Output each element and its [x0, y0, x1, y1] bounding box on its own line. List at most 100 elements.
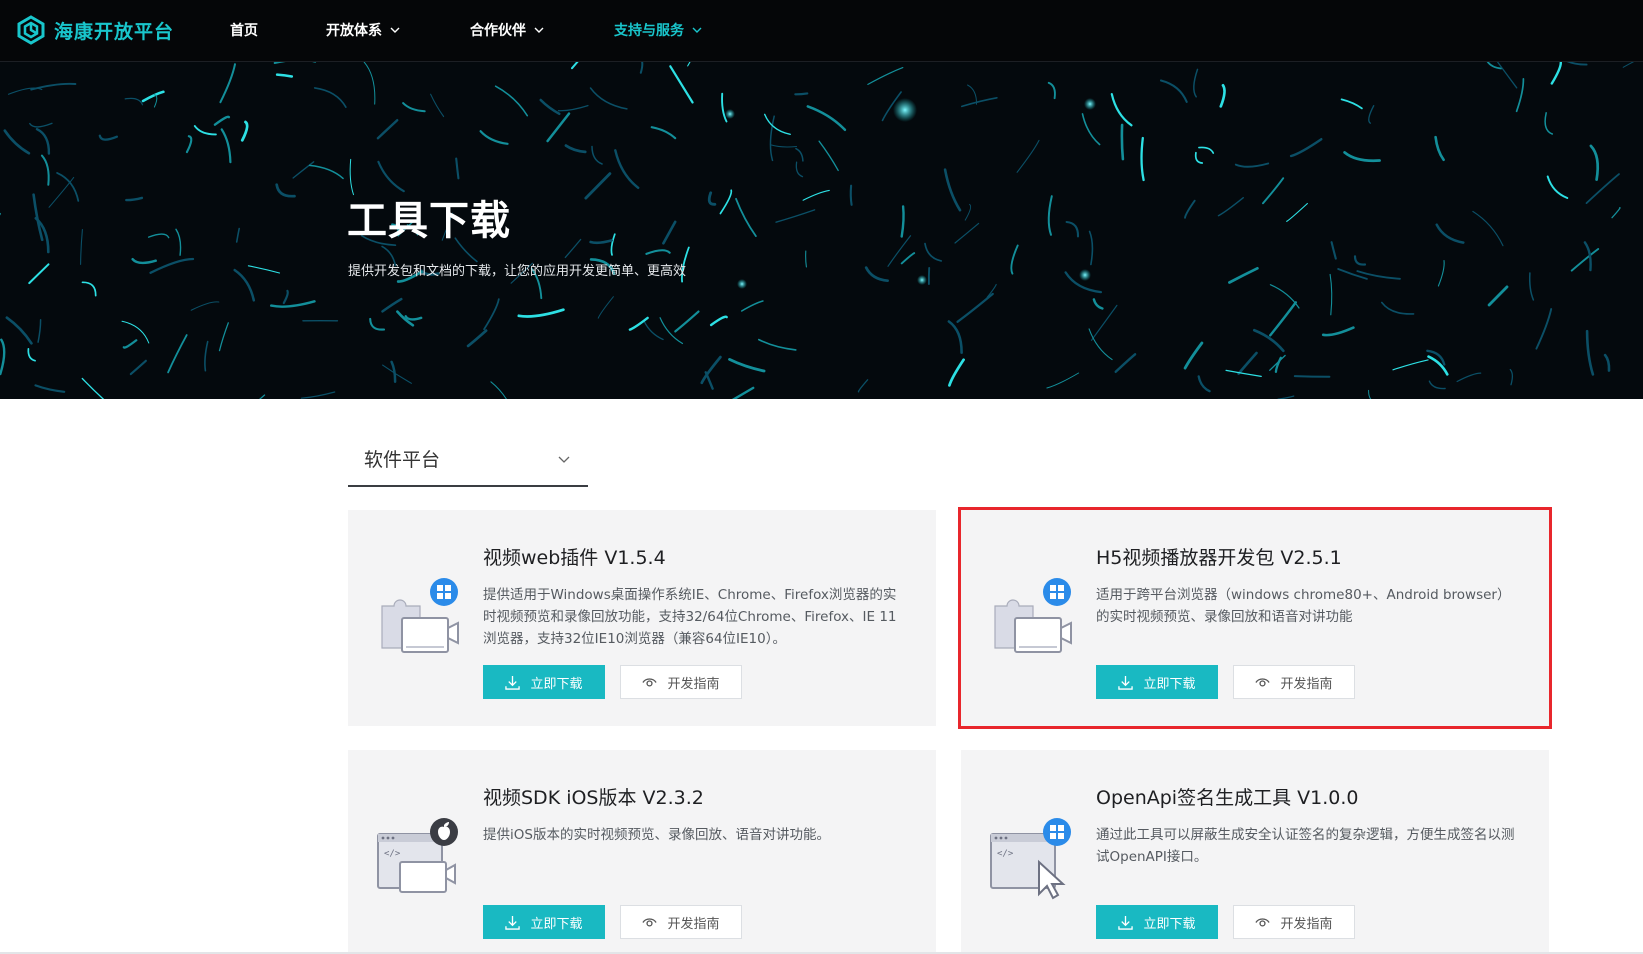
logo[interactable]: 海康开放平台 — [16, 14, 174, 46]
hero-pattern-stroke — [728, 358, 766, 373]
dev-guide-button[interactable]: 开发指南 — [620, 665, 742, 699]
dev-guide-button[interactable]: 开发指南 — [1233, 905, 1355, 939]
hero-pattern-stroke — [1515, 78, 1525, 113]
hero-pattern-stroke — [235, 227, 240, 243]
page-title: 工具下载 — [347, 198, 511, 244]
hero-banner: 工具下载 提供开发包和文档的下载，让您的应用开发更简单、更高效 — [0, 62, 1643, 399]
hero-pattern-stroke — [1194, 151, 1204, 164]
card-description: 提供适用于Windows桌面操作系统IE、Chrome、Firefox浏览器的实… — [483, 587, 897, 647]
hero-pattern-stroke — [5, 316, 33, 345]
hero-glow-dot — [725, 109, 735, 119]
hero-pattern-stroke — [1088, 328, 1113, 361]
nav-item-support[interactable]: 支持与服务 — [614, 20, 702, 40]
hero-pattern-stroke — [48, 176, 75, 208]
card-description: 通过此工具可以屏蔽生成安全认证签名的复杂逻辑，方便生成签名以测试OpenAPI接… — [1096, 827, 1515, 865]
hero-pattern-stroke — [1065, 220, 1080, 238]
hero-pattern-stroke — [1330, 241, 1337, 260]
hero-pattern-stroke — [1120, 123, 1125, 161]
hero-pattern-stroke — [273, 62, 317, 64]
download-button[interactable]: 立即下载 — [483, 665, 605, 699]
logo-icon — [17, 15, 45, 45]
hero-pattern-stroke — [1234, 162, 1270, 168]
hero-pattern-stroke — [204, 340, 209, 372]
hero-pattern-stroke — [1566, 62, 1588, 66]
download-button[interactable]: 立即下载 — [1096, 905, 1218, 939]
hero-pattern-stroke — [1088, 230, 1094, 266]
tool-card: 视频web插件 V1.5.4 提供适用于Windows桌面操作系统IE、Chro… — [348, 510, 936, 726]
nav-item-label: 首页 — [230, 23, 258, 39]
hero-pattern-stroke — [1585, 173, 1620, 204]
dev-guide-button[interactable]: 开发指南 — [1233, 665, 1355, 699]
hero-pattern-stroke — [377, 160, 405, 193]
download-button-label: 立即下载 — [1143, 676, 1196, 692]
dev-guide-button[interactable]: 开发指南 — [620, 905, 742, 939]
hero-pattern-stroke — [948, 358, 965, 387]
hero-pattern-stroke — [247, 265, 281, 274]
hero-pattern-stroke — [1456, 372, 1482, 383]
dev-guide-button-label: 开发指南 — [1280, 676, 1333, 692]
hero-pattern-stroke — [30, 82, 77, 91]
puzzle-windows-icon — [994, 578, 1072, 653]
hero-pattern-stroke — [81, 377, 105, 399]
hero-pattern-stroke — [1509, 368, 1514, 386]
hero-pattern-stroke — [1544, 112, 1554, 135]
hero-pattern-stroke — [483, 298, 500, 331]
hero-pattern-stroke — [764, 113, 791, 135]
download-icon — [505, 915, 521, 930]
hero-pattern-stroke — [35, 127, 51, 155]
hero-pattern-stroke — [674, 310, 700, 333]
hero-pattern-stroke — [1114, 353, 1137, 373]
nav-item-label: 开放体系 — [326, 23, 382, 39]
hero-pattern-stroke — [369, 317, 386, 331]
download-button[interactable]: 立即下载 — [483, 905, 605, 939]
platform-select-value: 软件平台 — [364, 448, 441, 471]
hero-pattern-stroke — [643, 320, 664, 341]
hero-pattern-stroke — [614, 149, 640, 189]
hero-pattern-stroke — [900, 252, 916, 265]
eye-icon — [1255, 677, 1271, 687]
hero-pattern-stroke — [1622, 62, 1635, 68]
hero-pattern-stroke — [1392, 359, 1429, 371]
hero-pattern-stroke — [34, 384, 66, 393]
hero-pattern-stroke — [494, 85, 529, 117]
eye-icon — [1255, 917, 1271, 927]
nav-item-partners[interactable]: 合作伙伴 — [470, 20, 544, 40]
hero-pattern-stroke — [1437, 260, 1445, 287]
hero-pattern-stroke — [363, 62, 376, 105]
hero-pattern-stroke — [669, 65, 694, 104]
download-button[interactable]: 立即下载 — [1096, 665, 1218, 699]
hero-pattern-stroke — [740, 300, 764, 312]
hero-pattern-stroke — [141, 90, 165, 103]
hero-pattern-stroke — [557, 104, 589, 112]
svg-text:</>: </> — [997, 849, 1014, 859]
nav-item-label: 合作伙伴 — [470, 23, 526, 39]
hero-pattern-stroke — [954, 222, 980, 244]
hero-pattern-stroke — [1228, 266, 1259, 284]
hero-pattern-stroke — [849, 184, 853, 206]
hero-pattern-stroke — [292, 161, 315, 179]
hero-pattern-stroke — [707, 191, 717, 206]
platform-select[interactable]: 软件平台 — [348, 431, 588, 487]
hero-pattern-stroke — [175, 228, 182, 256]
hero-pattern-stroke — [964, 203, 972, 221]
dev-guide-button-label: 开发指南 — [667, 916, 720, 932]
hero-pattern-stroke — [1277, 395, 1295, 399]
chevron-down-icon — [390, 27, 400, 33]
hero-pattern-stroke — [806, 105, 847, 132]
nav-item-home[interactable]: 首页 — [230, 20, 258, 40]
hero-pattern-stroke — [219, 63, 236, 104]
hero-glow-dot — [917, 275, 927, 285]
hero-pattern-stroke — [1289, 138, 1323, 158]
tool-card-highlighted: H5视频播放器开发包 V2.5.1 适用于跨平台浏览器（windows chro… — [958, 507, 1552, 729]
hero-pattern-stroke — [430, 93, 445, 118]
hero-pattern-stroke — [687, 62, 691, 67]
hero-pattern-stroke — [147, 233, 170, 239]
hero-pattern-stroke — [650, 126, 677, 140]
page-subtitle: 提供开发包和文档的下载，让您的应用开发更简单、更高效 — [348, 264, 687, 279]
nav-item-open-system[interactable]: 开放体系 — [326, 20, 400, 40]
hero-pattern-stroke — [1321, 326, 1355, 337]
hero-pattern-stroke — [758, 338, 797, 351]
hero-glow-dot — [893, 98, 917, 122]
hero-pattern-stroke — [719, 189, 733, 215]
hero-pattern-stroke — [402, 102, 426, 113]
